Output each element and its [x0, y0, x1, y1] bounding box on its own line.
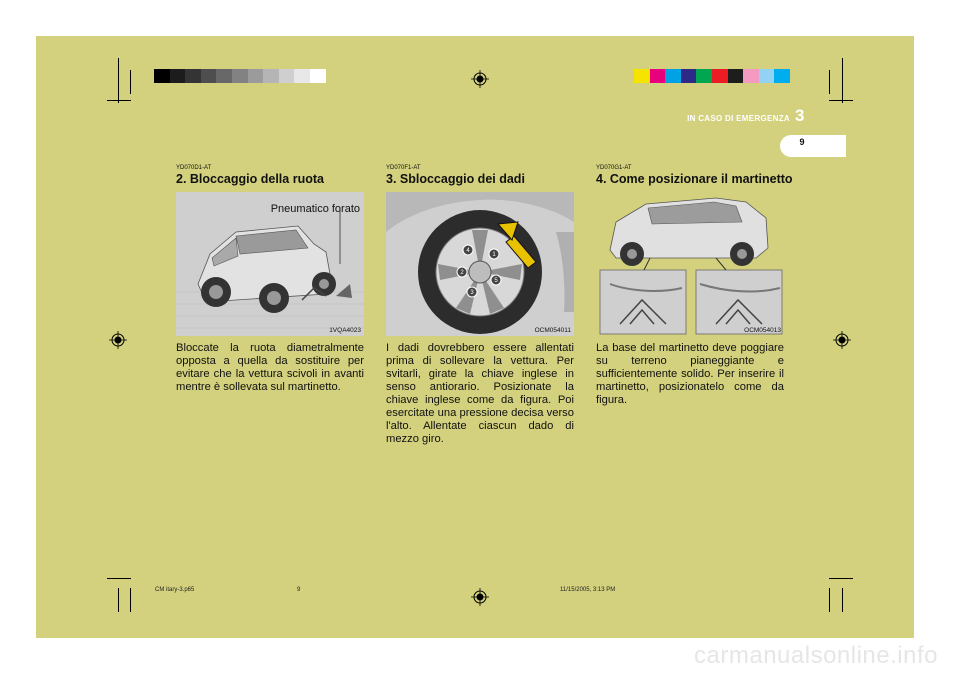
section-code: YD070D1-AT — [176, 165, 212, 171]
color-swatch — [758, 69, 775, 83]
grayscale-swatch — [263, 69, 279, 83]
section-number: 3 — [795, 106, 805, 125]
grayscale-swatch — [200, 69, 217, 83]
section-jack-position: YD070G1-AT 4. Come posizionare il martin… — [596, 165, 793, 407]
page-number: 9 — [799, 137, 805, 147]
registration-mark-icon — [471, 70, 489, 88]
figure-callout: Pneumatico forato — [270, 203, 360, 215]
section-code: YD070G1-AT — [596, 165, 632, 171]
footer-timestamp: 11/15/2005, 3:13 PM — [560, 587, 616, 593]
registration-mark-icon — [471, 588, 489, 606]
footer-file: CM itary-3.p65 — [155, 587, 195, 593]
grayscale-swatch — [278, 69, 295, 83]
section-title: IN CASO DI EMERGENZA — [687, 114, 790, 123]
color-swatch — [743, 69, 759, 83]
color-swatch — [649, 69, 666, 83]
wheel-blocking-illustration: Pneumatico forato 1VQA4023 — [176, 192, 364, 336]
color-swatch — [774, 69, 790, 83]
figure-code: 1VQA4023 — [329, 327, 361, 334]
section-body: Bloccate la ruota diametralmente opposta… — [176, 342, 364, 393]
color-swatch — [665, 69, 681, 83]
grayscale-swatch — [294, 69, 310, 83]
grayscale-swatch — [216, 69, 232, 83]
grayscale-swatch — [231, 69, 248, 83]
section-heading: 3. Sbloccaggio dei dadi — [386, 172, 525, 186]
grayscale-swatch — [169, 69, 186, 83]
section-heading: 2. Bloccaggio della ruota — [176, 172, 324, 186]
registration-mark-icon — [833, 331, 851, 349]
section-heading: 4. Come posizionare il martinetto — [596, 172, 793, 186]
watermark: carmanualsonline.info — [694, 642, 938, 669]
page-number-tab — [780, 135, 846, 157]
figure-code: OCM054013 — [744, 327, 781, 334]
jack-position-illustration: OCM054013 — [596, 192, 784, 336]
registration-mark-icon — [109, 331, 127, 349]
color-calibration-bar — [634, 69, 790, 83]
wheel-nuts-illustration: 41253 OCM054011 — [386, 192, 574, 336]
grayscale-swatch — [185, 69, 201, 83]
footer-page: 9 — [297, 587, 301, 593]
grayscale-swatch — [154, 69, 170, 83]
color-swatch — [711, 69, 728, 83]
color-swatch — [680, 69, 697, 83]
grayscale-calibration-bar — [154, 69, 326, 83]
color-swatch — [634, 69, 650, 83]
section-body: I dadi dovrebbero essere allentati prima… — [386, 342, 574, 445]
grayscale-swatch — [309, 69, 326, 83]
grayscale-swatch — [247, 69, 264, 83]
figure-code: OCM054011 — [534, 327, 571, 334]
section-wheel-blocking: YD070D1-AT 2. Bloccaggio della ruota Pne… — [176, 165, 364, 394]
section-loosening-nuts: YD070F1-AT 3. Sbloccaggio dei dadi 41253 — [386, 165, 574, 446]
color-swatch — [696, 69, 712, 83]
section-code: YD070F1-AT — [386, 165, 421, 171]
section-body: La base del martinetto deve poggiare su … — [596, 342, 784, 406]
color-swatch — [727, 69, 744, 83]
